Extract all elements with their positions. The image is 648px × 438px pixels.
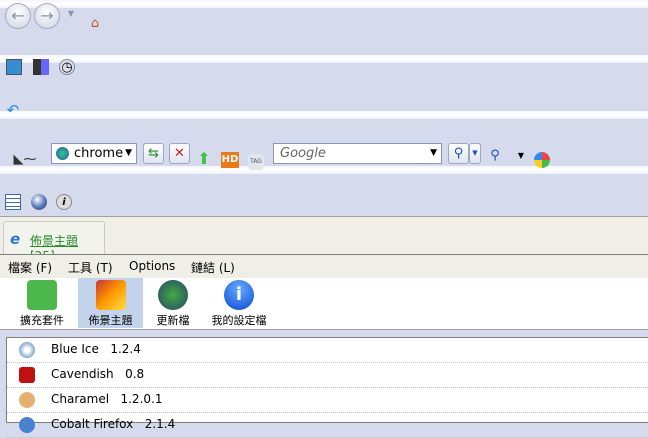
search-star-icon[interactable]: ⚲ — [487, 148, 503, 164]
logo-icon: ◣⁓ — [13, 152, 37, 167]
item-name: Cobalt Firefox — [51, 417, 134, 431]
menu-file[interactable]: 檔案 (F) — [8, 259, 52, 276]
tag-icon[interactable]: TAG — [248, 154, 264, 170]
puzzle-icon — [27, 280, 57, 310]
refresh-button[interactable]: ⇆ — [143, 143, 164, 164]
list-icon[interactable] — [5, 194, 21, 210]
history-dropdown-icon[interactable]: ▼ — [63, 6, 79, 22]
chevron-down-icon[interactable]: ▼ — [125, 148, 132, 158]
profile-label: 我的設定檔 — [211, 314, 267, 327]
themes-label: 佈景主題 — [88, 314, 133, 327]
list-item[interactable]: Cobalt Firefox 2.1.4 — [7, 413, 648, 438]
windows-icon[interactable] — [534, 152, 550, 168]
chevron-down-icon[interactable]: ▼ — [513, 148, 529, 164]
item-version: 0.8 — [125, 367, 145, 381]
menu-bar: 檔案 (F) 工具 (T) Options 鏈結 (L) — [0, 254, 648, 278]
tab-strip: e 佈景主題 [25] — [0, 216, 648, 263]
address-value: chrome — [74, 146, 124, 161]
clock-icon[interactable]: ◷ — [59, 59, 75, 75]
up-arrow-icon[interactable]: ⬆ — [196, 151, 212, 167]
item-name: Blue Ice — [51, 342, 99, 356]
ie-icon: e — [10, 230, 21, 248]
menu-options[interactable]: Options — [129, 259, 175, 273]
search-placeholder: Google — [280, 146, 326, 161]
themes-icon — [95, 280, 126, 310]
list-item[interactable]: Charamel 1.2.0.1 — [7, 388, 648, 413]
list-item[interactable]: Cavendish 0.8 — [7, 363, 648, 388]
tag-label: TAG — [250, 158, 262, 165]
globe-icon[interactable] — [31, 194, 47, 210]
bookmarks-icon[interactable] — [6, 59, 22, 75]
tab-themes[interactable]: e 佈景主題 [25] — [3, 221, 105, 263]
address-combo[interactable]: chrome ▼ — [51, 143, 137, 164]
search-options-dropdown[interactable]: ▼ — [469, 143, 481, 164]
theme-icon — [19, 342, 35, 358]
item-version: 1.2.0.1 — [120, 392, 163, 406]
themes-button[interactable]: 佈景主題 — [78, 278, 143, 328]
layout-icon[interactable] — [33, 59, 49, 75]
menu-links[interactable]: 鏈結 (L) — [191, 259, 235, 276]
home-icon[interactable]: ⌂ — [87, 16, 103, 32]
search-input[interactable]: Google ▼ — [273, 143, 442, 164]
theme-icon — [19, 392, 35, 408]
item-name: Cavendish — [51, 367, 114, 381]
undo-icon[interactable]: ↶ — [5, 102, 21, 118]
stop-button[interactable]: ✕ — [169, 143, 190, 164]
profile-button[interactable]: i 我的設定檔 — [205, 278, 273, 328]
info-icon: i — [224, 280, 254, 310]
theme-list[interactable]: Blue Ice 1.2.4 Cavendish 0.8 Charamel 1.… — [6, 337, 648, 438]
extensions-label: 擴充套件 — [20, 314, 64, 327]
hd-label: HD — [221, 154, 239, 165]
chrome-icon — [56, 147, 69, 160]
updates-label: 更新檔 — [156, 314, 190, 327]
search-button[interactable]: ⚲ — [448, 143, 469, 164]
menu-tools[interactable]: 工具 (T) — [68, 259, 113, 276]
info-icon[interactable]: i — [56, 194, 72, 210]
item-name: Charamel — [51, 392, 110, 406]
update-globe-icon — [158, 280, 188, 310]
back-button[interactable]: ← — [5, 3, 31, 29]
item-version: 1.2.4 — [110, 342, 141, 356]
addon-category-bar: 擴充套件 佈景主題 更新檔 i 我的設定檔 — [0, 278, 648, 330]
updates-button[interactable]: 更新檔 — [148, 278, 198, 328]
theme-icon — [19, 417, 35, 433]
hd-icon[interactable]: HD — [221, 152, 239, 168]
forward-button[interactable]: → — [34, 3, 60, 29]
chevron-down-icon[interactable]: ▼ — [430, 148, 437, 158]
item-version: 2.1.4 — [144, 417, 176, 431]
extensions-button[interactable]: 擴充套件 — [10, 278, 74, 328]
list-item[interactable]: Blue Ice 1.2.4 — [7, 338, 648, 363]
theme-icon — [19, 367, 35, 383]
